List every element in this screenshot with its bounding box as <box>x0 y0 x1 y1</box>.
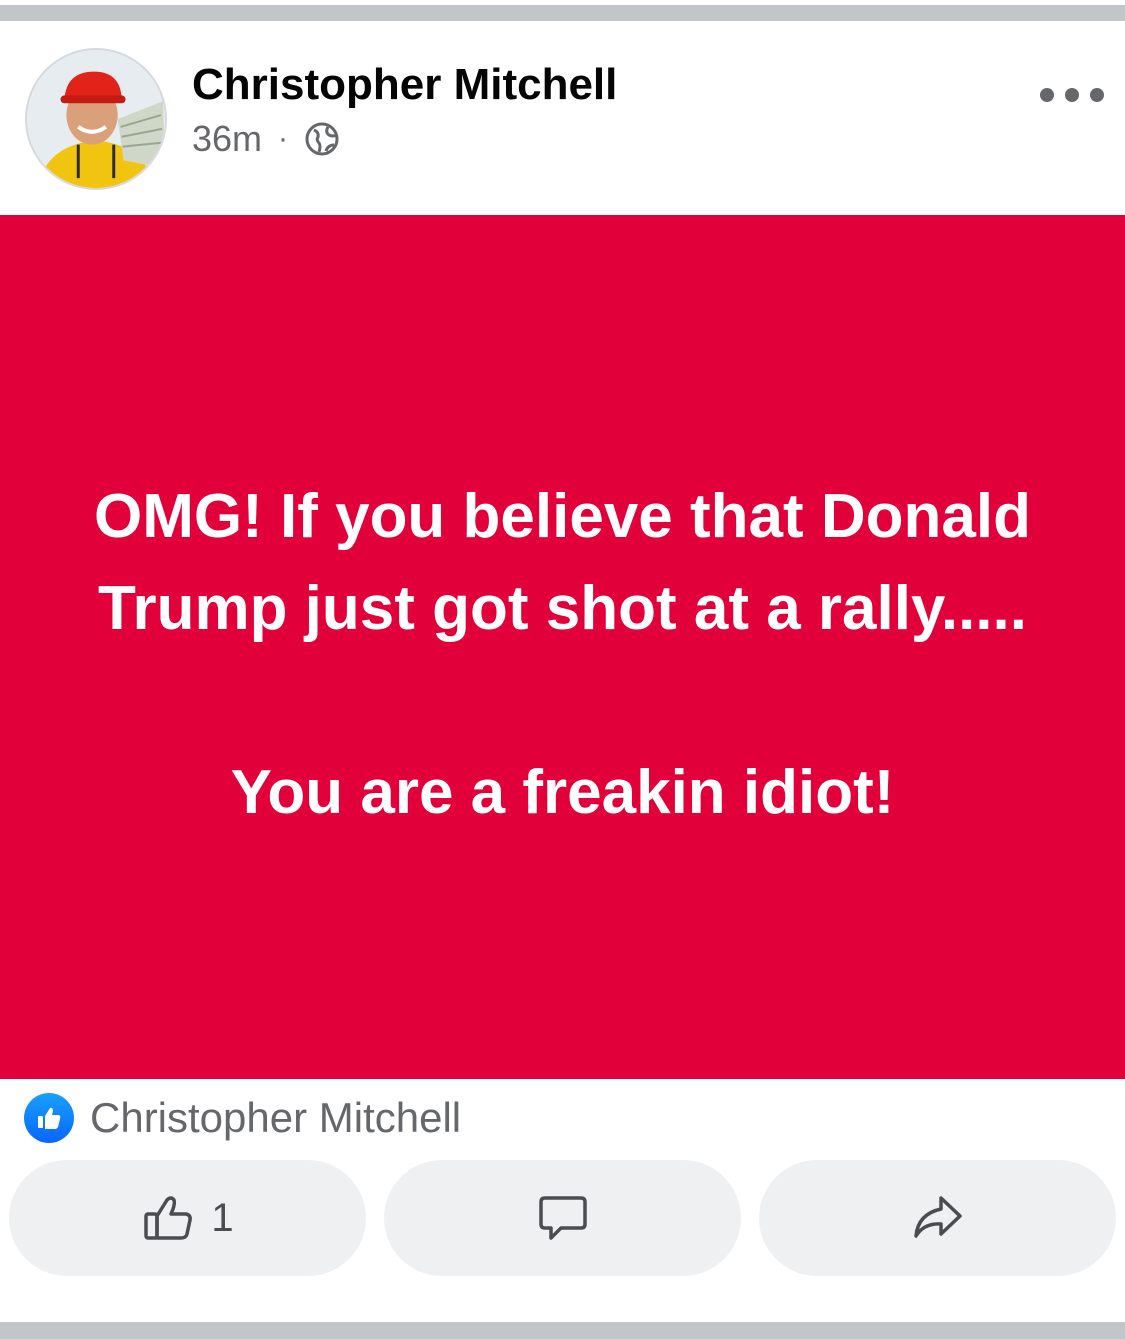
post-timestamp[interactable]: 36m <box>192 118 262 160</box>
feed-divider-bottom <box>0 1322 1125 1339</box>
avatar-photo <box>27 50 165 188</box>
reactions-summary[interactable]: Christopher Mitchell <box>24 1090 461 1146</box>
reactor-name: Christopher Mitchell <box>90 1094 462 1141</box>
globe-icon[interactable] <box>304 121 340 157</box>
more-dot <box>1090 88 1104 102</box>
post-meta: 36m · <box>192 116 340 162</box>
share-icon <box>913 1196 962 1238</box>
author-avatar[interactable] <box>25 48 167 190</box>
thumbs-up-icon <box>144 1196 193 1240</box>
post-text-line: OMG! If you believe that Donald <box>94 482 1031 551</box>
more-dot <box>1065 88 1079 102</box>
author-name[interactable]: Christopher Mitchell <box>192 58 617 112</box>
feed-divider-top <box>0 5 1125 21</box>
like-badge-icon <box>24 1093 74 1143</box>
share-button[interactable] <box>759 1160 1116 1276</box>
facebook-post-screen: Christopher Mitchell 36m · OMG! If you b… <box>0 0 1125 1339</box>
more-dot <box>1040 88 1054 102</box>
like-button[interactable]: 1 <box>9 1160 366 1276</box>
more-options-icon[interactable] <box>1040 80 1104 110</box>
post-text-blank-line <box>23 655 1103 747</box>
comment-button[interactable] <box>384 1160 741 1276</box>
like-count: 1 <box>211 1195 234 1240</box>
post-text-card[interactable]: OMG! If you believe that Donald Trump ju… <box>0 215 1125 1079</box>
post-text: OMG! If you believe that Donald Trump ju… <box>23 471 1103 839</box>
meta-separator: · <box>278 122 289 155</box>
post-text-line: Trump just got shot at a rally..... <box>98 574 1027 643</box>
comment-icon <box>538 1196 587 1240</box>
post-text-line: You are a freakin idiot! <box>230 758 895 827</box>
